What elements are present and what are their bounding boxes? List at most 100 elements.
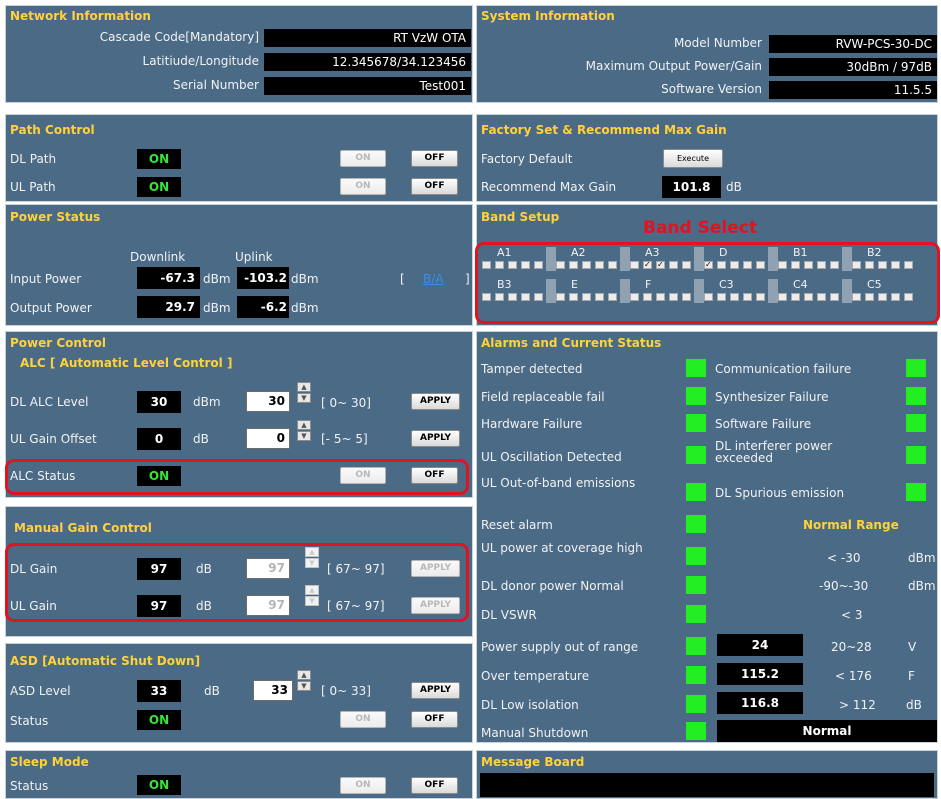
sleep-off-button[interactable]: OFF	[411, 777, 458, 794]
alarm-synth-indicator	[906, 387, 926, 405]
asd-apply-button[interactable]: APPLY	[411, 682, 460, 699]
model-number-value: RVW-PCS-30-DC	[769, 35, 937, 53]
dl-path-label: DL Path	[10, 152, 57, 166]
alarm-dl-iso-indicator	[686, 695, 706, 713]
input-power-ul-value: -103.2	[237, 267, 289, 289]
dl-alc-level-input[interactable]: 30	[246, 391, 290, 412]
band-select-highlight	[475, 242, 940, 324]
alarm-ul-oob-label: UL Out-of-band emissions	[481, 476, 636, 490]
alarm-dl-donor-indicator	[686, 576, 706, 594]
stepper-up-icon[interactable]: ▲	[297, 420, 311, 430]
temp-value: 115.2	[717, 663, 803, 685]
psu-value: 24	[717, 634, 803, 656]
dl-alc-level-stepper[interactable]: ▲ ▼	[297, 382, 311, 414]
sleep-status-label: Status	[10, 779, 49, 793]
alarm-dl-iso-label: DL Low isolation	[481, 698, 579, 712]
asd-level-input[interactable]: 33	[253, 680, 293, 701]
sleep-status-value: ON	[137, 775, 181, 795]
sleep-on-button[interactable]: ON	[340, 777, 386, 794]
alarm-psu-label: Power supply out of range	[481, 640, 639, 654]
dl-iso-range: > 112	[839, 698, 876, 712]
downlink-header: Downlink	[130, 250, 186, 264]
sleep-mode-panel: Sleep Mode Status ON ON OFF	[5, 750, 473, 799]
alarm-comm-label: Communication failure	[715, 362, 852, 376]
asd-panel: ASD [Automatic Shut Down] ASD Level 33 d…	[5, 643, 473, 743]
serial-number-value: Test001	[264, 77, 471, 95]
sleep-mode-title: Sleep Mode	[10, 755, 89, 769]
alarm-dl-donor-label: DL donor power Normal	[481, 579, 624, 593]
max-power-label: Maximum Output Power/Gain	[585, 59, 762, 73]
asd-level-label: ASD Level	[10, 684, 71, 698]
asd-level-stepper[interactable]: ▲ ▼	[297, 670, 311, 702]
alarm-ul-oob-indicator	[686, 483, 706, 501]
ul-power-unit: dBm	[908, 551, 936, 565]
recommend-max-gain-unit: dB	[726, 180, 742, 194]
dl-path-off-button[interactable]: OFF	[411, 150, 458, 167]
alarm-ul-osc-label: UL Oscillation Detected	[481, 450, 622, 464]
stepper-up-icon[interactable]: ▲	[297, 382, 311, 392]
ul-gain-offset-input[interactable]: 0	[246, 428, 290, 449]
dl-alc-level-unit: dBm	[193, 395, 221, 409]
dl-vswr-range: < 3	[841, 608, 863, 622]
alarm-temp-indicator	[686, 666, 706, 684]
output-power-ul-value: -6.2	[237, 296, 289, 318]
manual-shutdown-value: Normal	[717, 720, 937, 742]
alarm-dl-vswr-indicator	[686, 605, 706, 623]
alarms-panel: Alarms and Current Status Tamper detecte…	[476, 331, 938, 743]
dl-path-on-button[interactable]: ON	[340, 150, 386, 167]
ul-path-off-button[interactable]: OFF	[411, 178, 458, 195]
psu-range: 20~28	[831, 640, 872, 654]
message-board-content	[480, 773, 934, 797]
recommend-max-gain-value: 101.8	[662, 176, 721, 198]
band-setup-title: Band Setup	[481, 210, 560, 224]
dl-alc-apply-button[interactable]: APPLY	[411, 393, 460, 410]
ul-path-status: ON	[137, 177, 181, 197]
dl-donor-range: -90~-30	[819, 579, 869, 593]
asd-on-button[interactable]: ON	[340, 711, 386, 728]
stepper-up-icon[interactable]: ▲	[297, 670, 311, 680]
ul-gain-offset-value: 0	[137, 428, 181, 450]
asd-off-button[interactable]: OFF	[411, 711, 458, 728]
software-version-value: 11.5.5	[769, 81, 937, 99]
output-power-label: Output Power	[10, 301, 92, 315]
ul-gain-offset-range: [- 5~ 5]	[321, 432, 368, 446]
factory-execute-button[interactable]: Execute	[663, 149, 723, 168]
dl-iso-unit: dB	[906, 698, 922, 712]
alc-title: ALC [ Automatic Level Control ]	[20, 356, 233, 370]
alarm-reset-label: Reset alarm	[481, 518, 553, 532]
input-power-ul-unit: dBm	[291, 272, 319, 286]
asd-level-range: [ 0~ 33]	[321, 684, 371, 698]
alarm-ul-osc-indicator	[686, 446, 706, 464]
stepper-down-icon[interactable]: ▼	[297, 393, 311, 403]
latlon-label: Latitiude/Longitude	[142, 54, 259, 68]
temp-range: < 176	[835, 669, 872, 683]
ul-path-label: UL Path	[10, 180, 56, 194]
alarm-software-indicator	[906, 414, 926, 432]
stepper-down-icon[interactable]: ▼	[297, 681, 311, 691]
ul-gain-offset-stepper[interactable]: ▲ ▼	[297, 420, 311, 452]
alarm-field-label: Field replaceable fail	[481, 390, 605, 404]
cascade-code-value: RT VzW OTA	[264, 29, 471, 47]
ba-link[interactable]: B/A	[423, 272, 443, 286]
software-version-label: Software Version	[661, 82, 762, 96]
network-information-panel: Network Information Cascade Code[Mandato…	[5, 5, 473, 103]
alarm-psu-indicator	[686, 637, 706, 655]
dl-alc-level-range: [ 0~ 30]	[321, 396, 371, 410]
alarm-reset-indicator	[686, 515, 706, 533]
message-board-panel: Message Board	[476, 750, 938, 799]
power-status-title: Power Status	[10, 210, 101, 224]
alarm-tamper-indicator	[686, 359, 706, 377]
alc-status-highlight	[5, 459, 469, 495]
power-status-panel: Power Status Downlink Uplink Input Power…	[5, 204, 473, 326]
manual-gain-title: Manual Gain Control	[14, 521, 152, 535]
system-information-panel: System Information Model Number RVW-PCS-…	[476, 5, 938, 103]
alarm-manual-indicator	[686, 722, 706, 740]
stepper-down-icon[interactable]: ▼	[297, 431, 311, 441]
asd-level-unit: dB	[204, 684, 220, 698]
serial-number-label: Serial Number	[173, 78, 259, 92]
dl-iso-value: 116.8	[717, 692, 803, 714]
dl-path-status: ON	[137, 149, 181, 169]
alarm-software-label: Software Failure	[715, 417, 812, 431]
ul-offset-apply-button[interactable]: APPLY	[411, 430, 460, 447]
ul-path-on-button[interactable]: ON	[340, 178, 386, 195]
